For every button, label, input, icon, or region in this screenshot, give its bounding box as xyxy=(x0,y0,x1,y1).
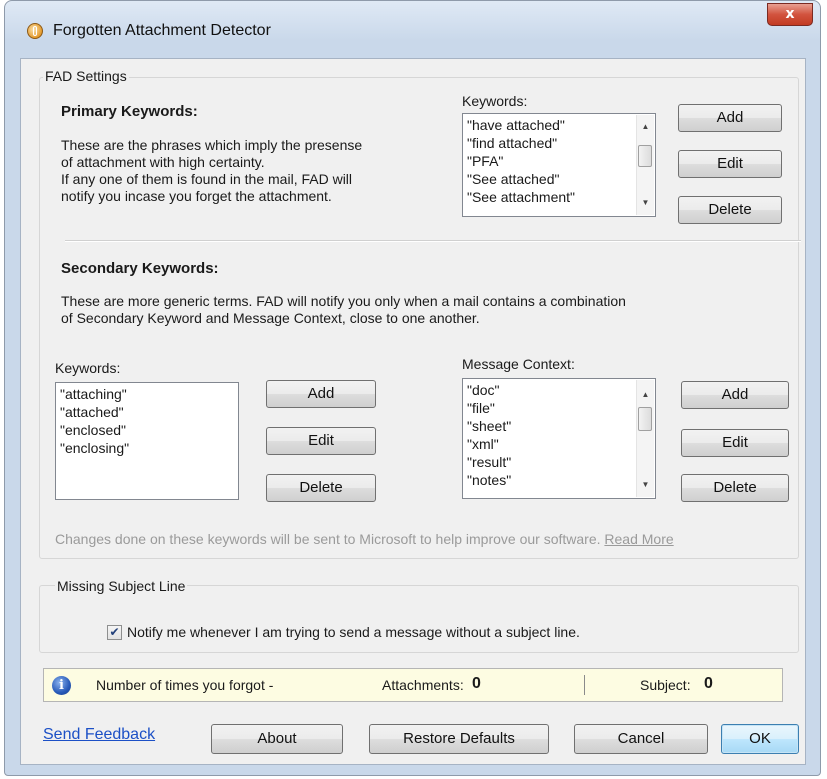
list-item[interactable]: "See attached" xyxy=(467,170,651,188)
primary-keywords-description: These are the phrases which imply the pr… xyxy=(61,137,363,204)
feedback-note: Changes done on these keywords will be s… xyxy=(55,531,674,547)
missing-subject-label: Missing Subject Line xyxy=(55,578,188,594)
missing-subject-group xyxy=(39,585,799,653)
primary-keywords-list-label: Keywords: xyxy=(462,93,528,109)
scroll-thumb[interactable] xyxy=(638,145,652,167)
list-item[interactable]: "PFA" xyxy=(467,152,651,170)
dialog-window: Forgotten Attachment Detector x FAD Sett… xyxy=(4,0,821,776)
notify-subject-label[interactable]: Notify me whenever I am trying to send a… xyxy=(127,624,580,641)
primary-keywords-heading: Primary Keywords: xyxy=(61,103,198,120)
primary-edit-button[interactable]: Edit xyxy=(678,150,782,178)
list-item[interactable]: "See attachment" xyxy=(467,188,651,206)
attachments-count-value: 0 xyxy=(472,675,481,692)
list-item[interactable]: "doc" xyxy=(467,381,651,399)
secondary-keywords-heading: Secondary Keywords: xyxy=(61,260,219,277)
secondary-add-button[interactable]: Add xyxy=(266,380,376,408)
ok-button[interactable]: OK xyxy=(721,724,799,754)
message-context-label: Message Context: xyxy=(462,356,575,372)
attachments-count-label: Attachments: xyxy=(382,677,464,693)
list-item[interactable]: "enclosing" xyxy=(60,439,234,457)
close-button[interactable]: x xyxy=(767,3,813,26)
restore-defaults-button[interactable]: Restore Defaults xyxy=(369,724,549,754)
primary-add-button[interactable]: Add xyxy=(678,104,782,132)
about-button[interactable]: About xyxy=(211,724,343,754)
title-bar[interactable]: Forgotten Attachment Detector x xyxy=(5,1,820,59)
secondary-delete-button[interactable]: Delete xyxy=(266,474,376,502)
context-add-button[interactable]: Add xyxy=(681,381,789,409)
list-item[interactable]: "xml" xyxy=(467,435,651,453)
secondary-edit-button[interactable]: Edit xyxy=(266,427,376,455)
context-edit-button[interactable]: Edit xyxy=(681,429,789,457)
fad-settings-label: FAD Settings xyxy=(43,68,129,84)
list-item[interactable]: "find attached" xyxy=(467,134,651,152)
secondary-keywords-list-label: Keywords: xyxy=(55,360,121,376)
window-title: Forgotten Attachment Detector xyxy=(53,22,271,39)
list-item[interactable]: "enclosed" xyxy=(60,421,234,439)
app-icon xyxy=(27,23,43,39)
list-item[interactable]: "attached" xyxy=(60,403,234,421)
subject-count-value: 0 xyxy=(704,675,713,692)
list-item[interactable]: "sheet" xyxy=(467,417,651,435)
scroll-thumb[interactable] xyxy=(638,407,652,431)
primary-keywords-scrollbar[interactable]: ▲ ▼ xyxy=(636,115,654,215)
forgot-count-bar: i Number of times you forgot - Attachmen… xyxy=(43,668,783,702)
cancel-button[interactable]: Cancel xyxy=(574,724,708,754)
stats-separator xyxy=(584,675,585,695)
read-more-link[interactable]: Read More xyxy=(604,531,673,547)
context-delete-button[interactable]: Delete xyxy=(681,474,789,502)
secondary-keywords-list[interactable]: "attaching" "attached" "enclosed" "enclo… xyxy=(55,382,239,500)
forgot-count-label: Number of times you forgot - xyxy=(96,677,274,693)
scroll-up-icon[interactable]: ▲ xyxy=(637,387,654,403)
section-divider xyxy=(65,240,801,242)
list-item[interactable]: "file" xyxy=(467,399,651,417)
list-item[interactable]: "result" xyxy=(467,453,651,471)
primary-delete-button[interactable]: Delete xyxy=(678,196,782,224)
info-icon: i xyxy=(52,676,71,695)
message-context-list[interactable]: "doc" "file" "sheet" "xml" "result" "not… xyxy=(462,378,656,499)
scroll-up-icon[interactable]: ▲ xyxy=(637,119,654,135)
send-feedback-link[interactable]: Send Feedback xyxy=(43,726,155,744)
primary-keywords-list[interactable]: "have attached" "find attached" "PFA" "S… xyxy=(462,113,656,217)
message-context-scrollbar[interactable]: ▲ ▼ xyxy=(636,380,654,497)
list-item[interactable]: "notes" xyxy=(467,471,651,489)
secondary-keywords-description: These are more generic terms. FAD will n… xyxy=(61,293,626,326)
scroll-down-icon[interactable]: ▼ xyxy=(637,477,654,493)
dialog-body: FAD Settings Primary Keywords: These are… xyxy=(20,58,806,765)
notify-subject-checkbox[interactable]: ✔ xyxy=(107,625,122,640)
list-item[interactable]: "have attached" xyxy=(467,116,651,134)
list-item[interactable]: "attaching" xyxy=(60,385,234,403)
subject-count-label: Subject: xyxy=(640,677,691,693)
scroll-down-icon[interactable]: ▼ xyxy=(637,195,654,211)
